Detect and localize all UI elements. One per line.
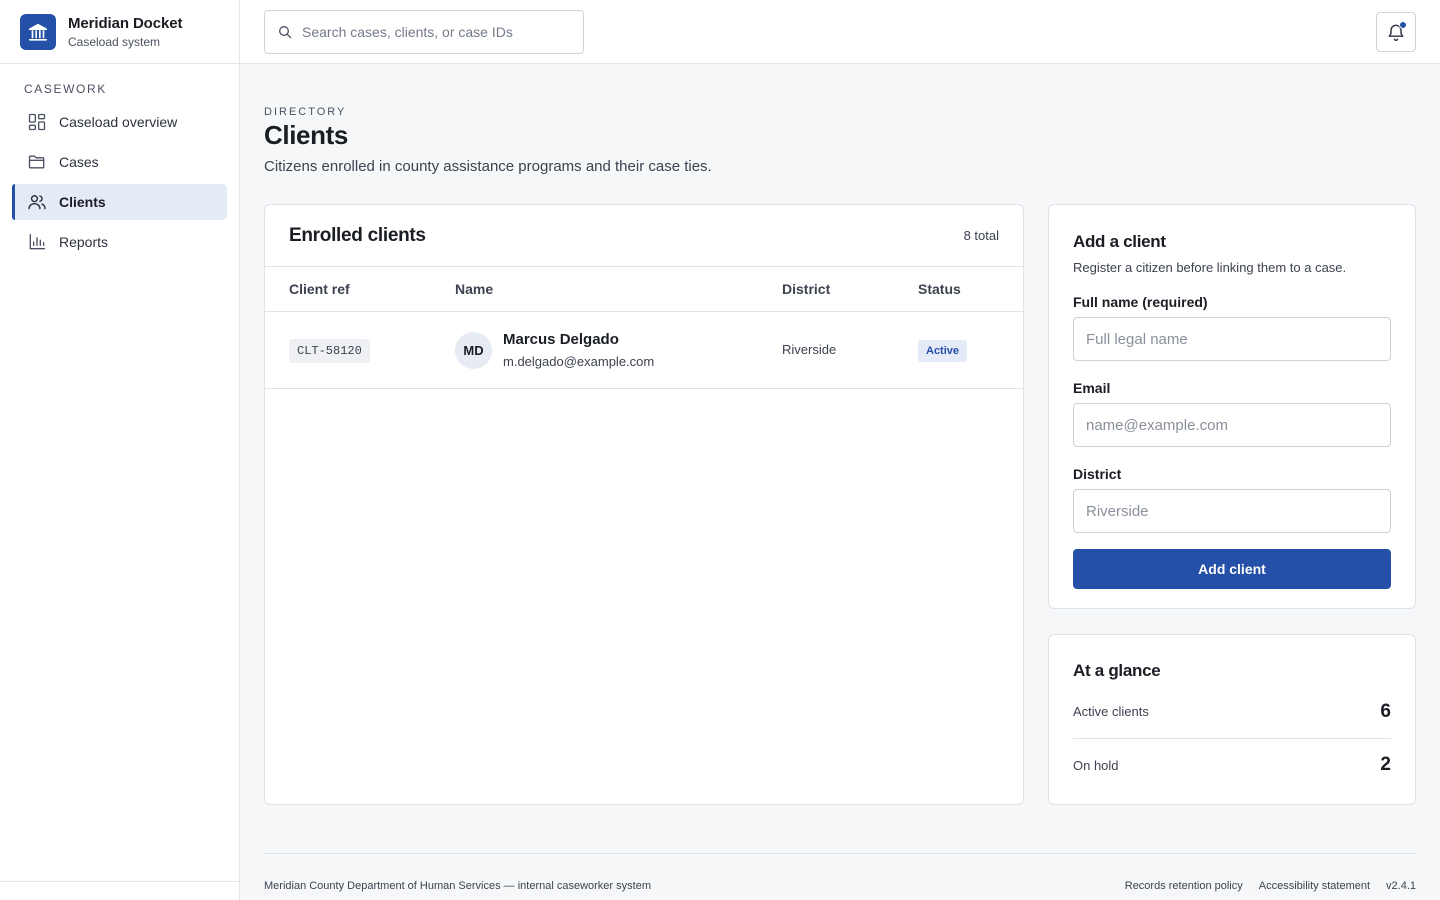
column-header-client-ref[interactable]: Client ref (289, 281, 350, 297)
search-box[interactable] (264, 10, 584, 54)
client-district: Riverside (782, 342, 837, 357)
card-title: Enrolled clients (289, 224, 426, 246)
add-client-subtitle: Register a citizen before linking them t… (1073, 260, 1347, 275)
add-client-title: Add a client (1073, 232, 1166, 251)
sidebar-item-caseload-overview[interactable]: Caseload overview (12, 104, 227, 140)
client-count: 8 total (963, 228, 999, 243)
add-client-card: Add a client Register a citizen before l… (1048, 204, 1416, 609)
nav-section-label: CASEWORK (24, 82, 107, 96)
full-name-field[interactable] (1073, 317, 1391, 361)
sidebar-item-clients[interactable]: Clients (12, 184, 227, 220)
stat-value: 6 (1380, 700, 1391, 722)
notification-dot (1399, 21, 1407, 29)
table-header: Client ref Name District Status (265, 267, 1023, 312)
folder-icon (28, 155, 45, 169)
government-building-icon (20, 13, 56, 50)
footer-text: Meridian County Department of Human Serv… (264, 880, 651, 892)
sidebar-item-label: Reports (59, 234, 109, 250)
sidebar-item-label: Clients (59, 194, 106, 210)
version-label: v2.4.1 (1386, 880, 1416, 892)
column-header-name[interactable]: Name (455, 281, 493, 297)
email-field[interactable] (1073, 403, 1391, 447)
topbar (240, 0, 1440, 64)
enrolled-clients-card: Enrolled clients 8 total Client ref Name… (264, 204, 1024, 805)
users-icon (28, 195, 46, 210)
add-client-button[interactable]: Add client (1073, 549, 1391, 589)
sidebar-item-label: Cases (59, 154, 99, 170)
sidebar-divider (0, 881, 239, 882)
card-header: Enrolled clients 8 total (265, 205, 1023, 267)
brand-subtitle: Caseload system (68, 34, 161, 49)
stat-label: On hold (1073, 757, 1119, 773)
table-row[interactable]: CLT-58120 MD Marcus Delgado m.delgado@ex… (265, 312, 1023, 389)
district-label: District (1073, 466, 1122, 482)
brand-name: Meridian Docket (68, 14, 183, 32)
dashboard-grid-icon (28, 113, 46, 131)
stat-label: Active clients (1073, 704, 1149, 719)
footer-links: Records retention policy Accessibility s… (1125, 880, 1416, 892)
client-name[interactable]: Marcus Delgado (503, 331, 619, 348)
at-a-glance-title: At a glance (1073, 661, 1161, 680)
client-email: m.delgado@example.com (503, 354, 655, 369)
stat-active-clients: Active clients 6 (1073, 685, 1391, 738)
column-header-district[interactable]: District (782, 281, 830, 297)
records-retention-link[interactable]: Records retention policy (1125, 880, 1243, 892)
page-description: Citizens enrolled in county assistance p… (264, 158, 712, 175)
notifications-button[interactable] (1376, 12, 1416, 52)
sidebar: Meridian Docket Caseload system CASEWORK… (0, 0, 240, 900)
sidebar-item-label: Caseload overview (59, 114, 178, 130)
stat-on-hold: On hold 2 (1073, 738, 1391, 791)
brand: Meridian Docket Caseload system (0, 0, 239, 64)
full-name-label: Full name (required) (1073, 294, 1208, 310)
page-title: Clients (264, 120, 348, 150)
sidebar-item-cases[interactable]: Cases (12, 144, 227, 180)
column-header-status[interactable]: Status (918, 281, 961, 297)
email-label: Email (1073, 380, 1111, 396)
search-input[interactable] (302, 24, 572, 40)
bar-chart-icon (29, 233, 46, 250)
stat-value: 2 (1380, 754, 1391, 775)
page-eyebrow: DIRECTORY (264, 106, 347, 118)
status-badge: Active (918, 340, 968, 362)
sidebar-item-reports[interactable]: Reports (12, 224, 227, 260)
avatar: MD (455, 332, 492, 369)
district-field[interactable] (1073, 489, 1391, 533)
client-ref: CLT-58120 (289, 339, 370, 363)
footer-divider (264, 853, 1416, 854)
at-a-glance-card: At a glance Active clients 6 On hold 2 (1048, 634, 1416, 805)
accessibility-link[interactable]: Accessibility statement (1259, 880, 1370, 892)
search-icon (279, 26, 292, 39)
